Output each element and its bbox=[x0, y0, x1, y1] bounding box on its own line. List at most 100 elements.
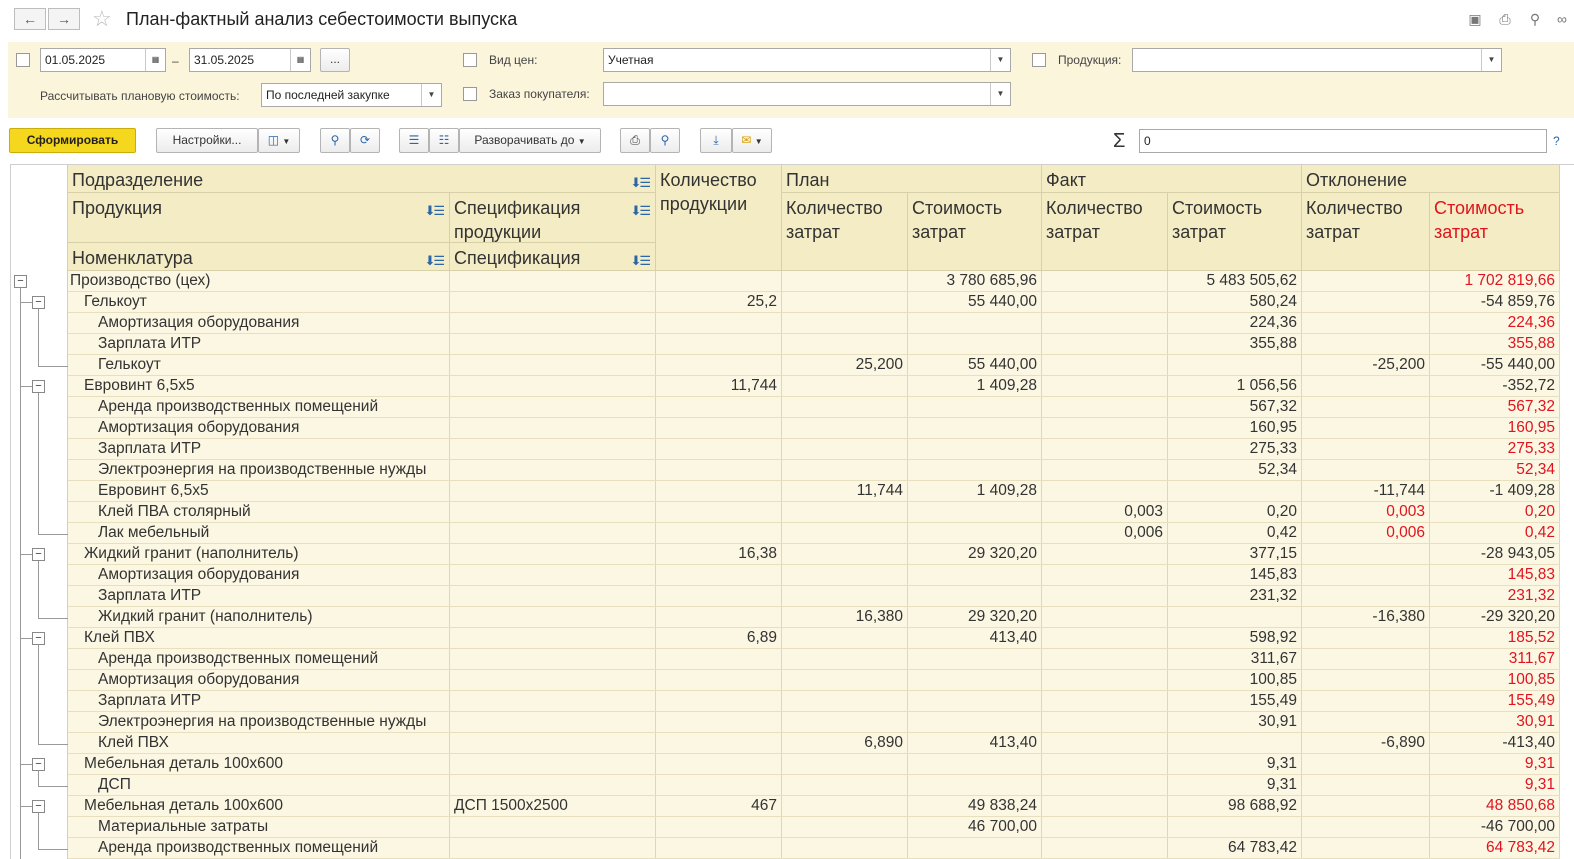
table-row[interactable]: Аренда производственных помещений 64 783,… bbox=[68, 838, 1560, 859]
send-mail-button[interactable]: ✉ ▼ bbox=[732, 128, 772, 153]
favorite-star-icon[interactable]: ☆ bbox=[92, 6, 112, 32]
settings-button[interactable]: Настройки... bbox=[156, 128, 258, 153]
header-plan[interactable]: План bbox=[782, 165, 1042, 193]
sort-icon[interactable]: ⬇☰ bbox=[424, 249, 444, 273]
table-row[interactable]: Зарплата ИТР 231,32 231,32 bbox=[68, 586, 1560, 607]
product-row[interactable]: Мебельная деталь 100х600 ДСП 1500х2500 467… bbox=[68, 796, 1560, 817]
header-nomenclature[interactable]: Номенклатура ⬇☰ bbox=[68, 243, 450, 271]
chevron-down-icon[interactable]: ▼ bbox=[1481, 49, 1501, 71]
header-fact-qty[interactable]: Количество затрат bbox=[1042, 193, 1168, 271]
chevron-down-icon[interactable]: ▼ bbox=[421, 84, 441, 106]
expand-to-button[interactable]: Разворачивать до ▼ bbox=[459, 128, 601, 153]
order-field[interactable]: ▼ bbox=[603, 82, 1011, 106]
product-row[interactable]: Жидкий гранит (наполнитель) 16,38 29 320,2… bbox=[68, 544, 1560, 565]
table-row[interactable]: Амортизация оборудования 145,83 145,83 bbox=[68, 565, 1560, 586]
cell-plan-cost bbox=[908, 439, 1042, 459]
table-row[interactable]: Электроэнергия на производственные нужды… bbox=[68, 712, 1560, 733]
preview-button[interactable]: ⚲ bbox=[650, 128, 680, 153]
product-row[interactable]: Клей ПВХ 6,89 413,40 598,92 185,52 bbox=[68, 628, 1560, 649]
generate-button[interactable]: Сформировать bbox=[9, 128, 136, 153]
header-dev-cost[interactable]: Стоимость затрат bbox=[1430, 193, 1560, 271]
header-deviation[interactable]: Отклонение bbox=[1302, 165, 1560, 193]
header-product[interactable]: Продукция ⬇☰ bbox=[68, 193, 450, 243]
table-row[interactable]: Гелькоут 25,200 55 440,00 -25,200 -55 440,00 bbox=[68, 355, 1560, 376]
table-row[interactable]: Материальные затраты 46 700,00 -46 700,00 bbox=[68, 817, 1560, 838]
collapse-toggle-icon[interactable]: − bbox=[32, 296, 45, 309]
chevron-down-icon: ▼ bbox=[577, 137, 586, 146]
header-dev-qty[interactable]: Количество затрат bbox=[1302, 193, 1430, 271]
cell-dev-cost: 48 850,68 bbox=[1430, 796, 1560, 816]
header-spec-product[interactable]: Спецификация продукции ⬇☰ bbox=[450, 193, 656, 243]
date-from-field[interactable]: 01.05.2025 ▦ bbox=[40, 48, 166, 72]
cell-dev-cost: 355,88 bbox=[1430, 334, 1560, 354]
sort-icon[interactable]: ⬇☰ bbox=[424, 199, 444, 223]
calendar-icon[interactable]: ▦ bbox=[290, 49, 310, 71]
order-checkbox[interactable] bbox=[463, 87, 477, 101]
sort-icon[interactable]: ⬇☰ bbox=[630, 199, 650, 223]
preview-icon[interactable]: ⚲ bbox=[1526, 10, 1544, 28]
header-qty-product[interactable]: Количество продукции bbox=[656, 165, 782, 271]
print-button[interactable]: ⎙ bbox=[620, 128, 650, 153]
header-department[interactable]: Подразделение ⬇☰ bbox=[68, 165, 656, 193]
header-fact-cost[interactable]: Стоимость затрат bbox=[1168, 193, 1302, 271]
save-icon[interactable]: ▣ bbox=[1466, 10, 1484, 28]
table-row[interactable]: Евровинт 6,5x5 11,744 1 409,28 -11,744 -1 40… bbox=[68, 481, 1560, 502]
collapse-toggle-icon[interactable]: − bbox=[32, 380, 45, 393]
variants-button[interactable]: ◫ ▼ bbox=[258, 128, 300, 153]
collapse-toggle-icon[interactable]: − bbox=[32, 548, 45, 561]
header-plan-cost[interactable]: Стоимость затрат bbox=[908, 193, 1042, 271]
table-row[interactable]: Зарплата ИТР 155,49 155,49 bbox=[68, 691, 1560, 712]
date-to-field[interactable]: 31.05.2025 ▦ bbox=[189, 48, 311, 72]
table-row[interactable]: Лак мебельный 0,006 0,42 0,006 0,42 bbox=[68, 523, 1560, 544]
search-button[interactable]: ⚲ bbox=[320, 128, 350, 153]
expand-all-button[interactable]: ☰ bbox=[399, 128, 429, 153]
collapse-all-button[interactable]: ☷ bbox=[429, 128, 459, 153]
table-row[interactable]: Клей ПВА столярный 0,003 0,20 0,003 0,20 bbox=[68, 502, 1560, 523]
search-replace-button[interactable]: ⟳ bbox=[350, 128, 380, 153]
product-field[interactable]: ▼ bbox=[1132, 48, 1502, 72]
export-button[interactable]: ⤓ bbox=[700, 128, 732, 153]
plan-cost-field[interactable]: По последней закупке ▼ bbox=[261, 83, 442, 107]
header-fact[interactable]: Факт bbox=[1042, 165, 1302, 193]
product-checkbox[interactable] bbox=[1032, 53, 1046, 67]
calendar-icon[interactable]: ▦ bbox=[145, 49, 165, 71]
table-row[interactable]: Амортизация оборудования 160,95 160,95 bbox=[68, 418, 1560, 439]
collapse-toggle-icon[interactable]: − bbox=[32, 758, 45, 771]
sort-icon[interactable]: ⬇☰ bbox=[630, 171, 650, 195]
collapse-toggle-icon[interactable]: − bbox=[32, 800, 45, 813]
table-row[interactable]: Зарплата ИТР 355,88 355,88 bbox=[68, 334, 1560, 355]
table-row[interactable]: Амортизация оборудования 100,85 100,85 bbox=[68, 670, 1560, 691]
back-arrow-icon[interactable]: ← bbox=[14, 8, 46, 30]
price-type-checkbox[interactable] bbox=[463, 53, 477, 67]
period-select-button[interactable]: ... bbox=[320, 48, 350, 72]
sort-icon[interactable]: ⬇☰ bbox=[630, 249, 650, 273]
table-row[interactable]: Клей ПВХ 6,890 413,40 -6,890 -413,40 bbox=[68, 733, 1560, 754]
table-row[interactable]: Жидкий гранит (наполнитель) 16,380 29 320,… bbox=[68, 607, 1560, 628]
table-row[interactable]: Электроэнергия на производственные нужды… bbox=[68, 460, 1560, 481]
product-row[interactable]: Мебельная деталь 100х600 9,31 9,31 bbox=[68, 754, 1560, 775]
group-row[interactable]: Производство (цех) 3 780 685,96 5 483 505,… bbox=[68, 271, 1560, 292]
print-icon[interactable]: ⎙ bbox=[1496, 10, 1514, 28]
link-icon[interactable]: ∞ bbox=[1553, 10, 1571, 28]
table-row[interactable]: ДСП 9,31 9,31 bbox=[68, 775, 1560, 796]
header-spec[interactable]: Спецификация ⬇☰ bbox=[450, 243, 656, 271]
collapse-toggle-icon[interactable]: − bbox=[32, 632, 45, 645]
product-row[interactable]: Гелькоут 25,2 55 440,00 580,24 -54 859,76 bbox=[68, 292, 1560, 313]
forward-arrow-icon[interactable]: → bbox=[48, 8, 80, 30]
sum-field[interactable]: 0 bbox=[1139, 129, 1547, 153]
product-row[interactable]: Евровинт 6,5x5 11,744 1 409,28 1 056,56 -352… bbox=[68, 376, 1560, 397]
cell-plan-qty bbox=[782, 292, 908, 312]
chevron-down-icon[interactable]: ▼ bbox=[990, 83, 1010, 105]
table-row[interactable]: Зарплата ИТР 275,33 275,33 bbox=[68, 439, 1560, 460]
help-icon[interactable]: ? bbox=[1553, 133, 1560, 149]
cell-spec bbox=[450, 565, 656, 585]
header-plan-qty[interactable]: Количество затрат bbox=[782, 193, 908, 271]
period-checkbox[interactable] bbox=[16, 53, 30, 67]
table-row[interactable]: Аренда производственных помещений 311,67 3… bbox=[68, 649, 1560, 670]
price-type-field[interactable]: Учетная ▼ bbox=[603, 48, 1011, 72]
cell-plan-cost: 55 440,00 bbox=[908, 292, 1042, 312]
table-row[interactable]: Амортизация оборудования 224,36 224,36 bbox=[68, 313, 1560, 334]
chevron-down-icon[interactable]: ▼ bbox=[990, 49, 1010, 71]
table-row[interactable]: Аренда производственных помещений 567,32 5… bbox=[68, 397, 1560, 418]
collapse-toggle-icon[interactable]: − bbox=[14, 275, 27, 288]
